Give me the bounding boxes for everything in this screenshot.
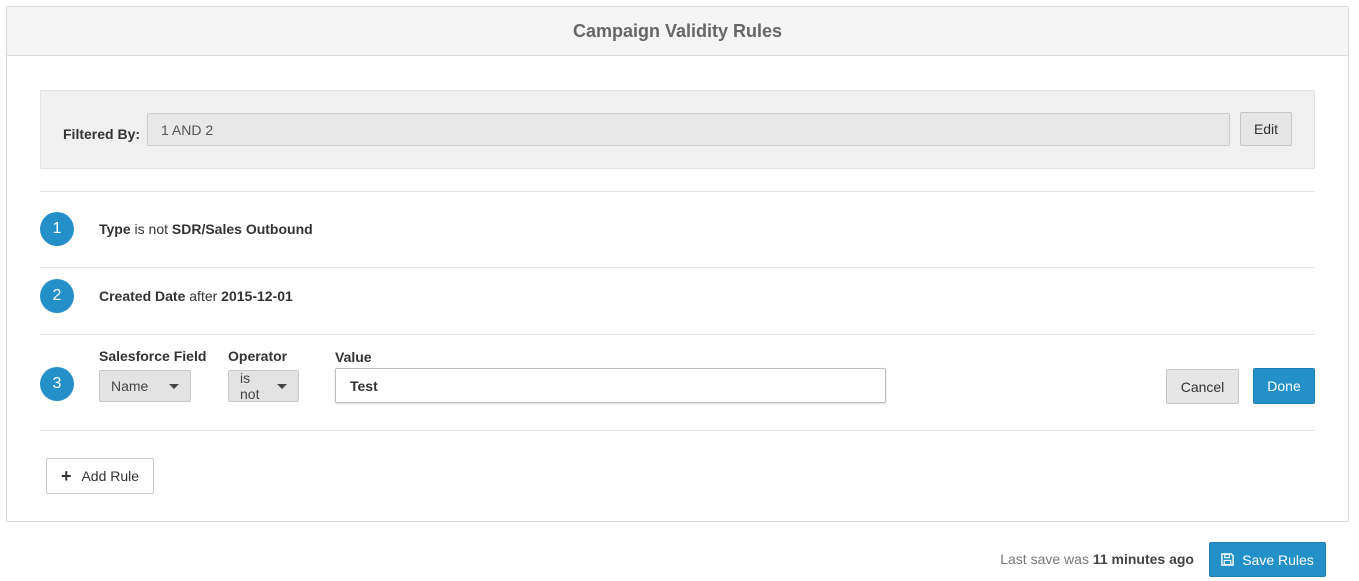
rule-operator: after — [189, 288, 218, 304]
last-save-prefix: Last save was — [1000, 551, 1089, 567]
caret-down-icon — [169, 383, 179, 389]
save-rules-label: Save Rules — [1242, 551, 1314, 568]
rule-operator: is not — [134, 221, 168, 237]
divider — [40, 430, 1315, 431]
add-rule-label: Add Rule — [81, 468, 140, 484]
operator-select[interactable]: is not — [228, 370, 299, 402]
filter-logic-field[interactable]: 1 AND 2 — [147, 113, 1230, 146]
last-save-time: 11 minutes ago — [1092, 551, 1194, 567]
divider — [40, 334, 1315, 335]
divider — [40, 191, 1315, 192]
filter-label: Filtered By: — [63, 126, 141, 142]
rule-value: SDR/Sales Outbound — [171, 221, 313, 237]
salesforce-field-label: Salesforce Field — [99, 348, 207, 364]
divider — [40, 267, 1315, 268]
floppy-disk-icon — [1221, 553, 1234, 566]
rule-summary[interactable]: Type is not SDR/Sales Outbound — [99, 221, 313, 237]
value-label: Value — [335, 349, 372, 365]
plus-icon: + — [60, 466, 72, 486]
add-rule-button[interactable]: + Add Rule — [46, 458, 154, 494]
rule-number-badge: 3 — [40, 367, 74, 401]
edit-filter-button[interactable]: Edit — [1240, 112, 1292, 146]
rules-panel: Campaign Validity Rules Filtered By: 1 A… — [6, 6, 1349, 522]
rule-number-badge: 2 — [40, 279, 74, 313]
rule-field: Created Date — [99, 288, 186, 304]
last-save-status: Last save was 11 minutes ago — [1000, 551, 1194, 567]
operator-value: is not — [240, 370, 260, 402]
panel-title: Campaign Validity Rules — [7, 7, 1348, 56]
filter-bar: Filtered By: 1 AND 2 Edit — [40, 90, 1315, 169]
cancel-button[interactable]: Cancel — [1166, 369, 1239, 404]
done-button[interactable]: Done — [1253, 368, 1315, 404]
caret-down-icon — [277, 383, 287, 389]
value-input[interactable]: Test — [335, 368, 886, 403]
rule-summary[interactable]: Created Date after 2015-12-01 — [99, 288, 293, 304]
salesforce-field-select[interactable]: Name — [99, 370, 191, 402]
save-rules-button[interactable]: Save Rules — [1209, 542, 1326, 577]
rule-field: Type — [99, 221, 131, 237]
salesforce-field-value: Name — [111, 378, 149, 394]
rule-value: 2015-12-01 — [221, 288, 293, 304]
rule-number-badge: 1 — [40, 212, 74, 246]
operator-label: Operator — [228, 348, 288, 364]
